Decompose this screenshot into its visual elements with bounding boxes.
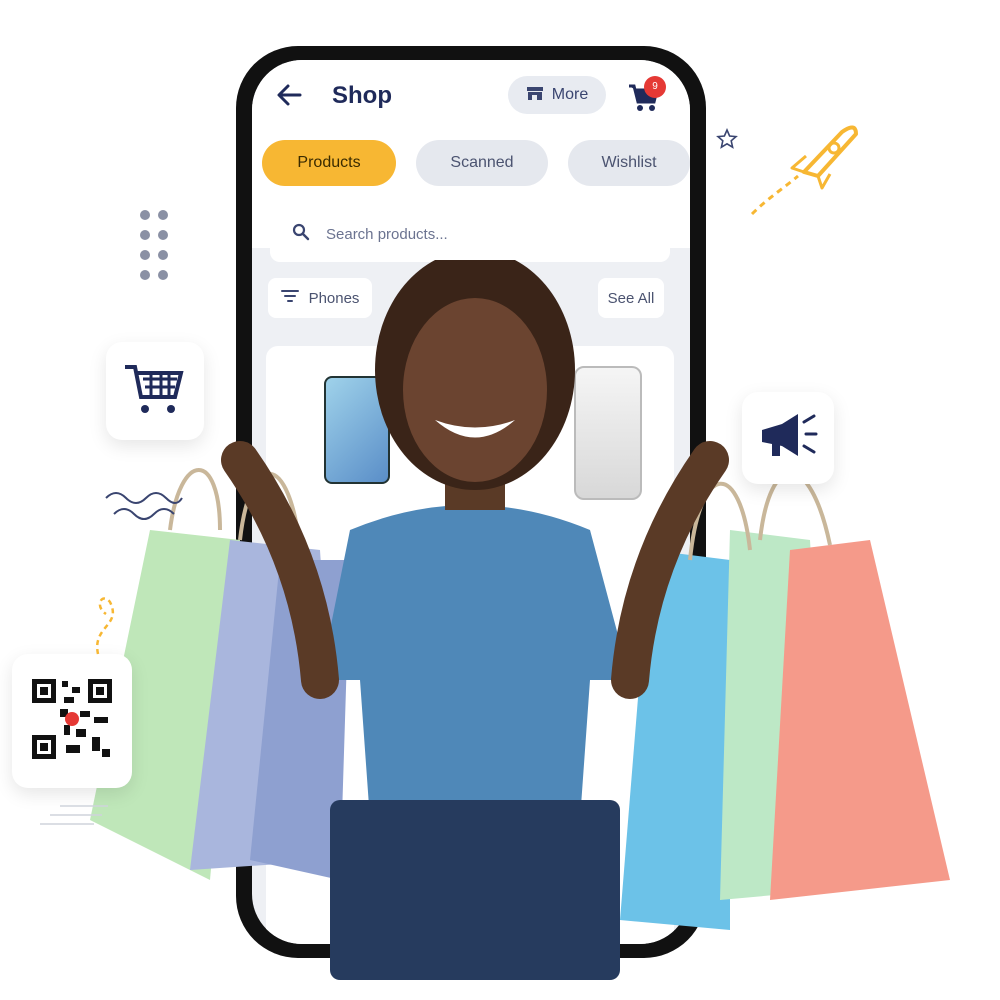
search-icon [292, 223, 310, 245]
cart-widget [106, 342, 204, 440]
rocket-icon [748, 118, 868, 218]
qr-code-widget [12, 654, 132, 788]
more-label: More [551, 86, 589, 103]
search-placeholder: Search products... [326, 225, 448, 243]
search-input[interactable]: Search products... [270, 206, 670, 262]
page-title: Shop [332, 82, 392, 109]
tab-products[interactable]: Products [262, 140, 396, 186]
store-icon [526, 85, 544, 106]
qr-code-icon [30, 676, 114, 766]
cart-icon [123, 361, 187, 422]
megaphone-widget [742, 392, 834, 484]
squiggle-decoration [104, 486, 184, 526]
star-icon [716, 127, 738, 150]
back-arrow-icon[interactable] [274, 80, 308, 114]
dashed-loop-decoration [92, 596, 122, 656]
cart-count-badge: 9 [644, 76, 666, 98]
tab-wishlist[interactable]: Wishlist [568, 140, 690, 186]
more-button[interactable]: More [508, 76, 606, 114]
tab-scanned[interactable]: Scanned [416, 140, 548, 186]
megaphone-icon [758, 412, 818, 465]
speed-lines-decoration [40, 800, 110, 830]
